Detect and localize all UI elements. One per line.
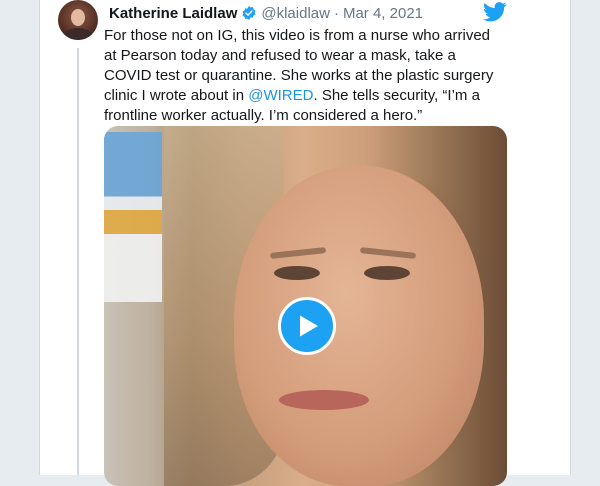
header-separator: ·	[333, 4, 339, 22]
thread-line	[77, 48, 79, 475]
right-eye	[364, 266, 410, 280]
twitter-bird-icon[interactable]	[483, 2, 507, 22]
author-handle[interactable]: @klaidlaw	[261, 5, 330, 22]
tweet-date[interactable]: Mar 4, 2021	[343, 5, 423, 22]
mouth	[279, 390, 369, 410]
play-icon	[300, 315, 318, 337]
left-eye	[274, 266, 320, 280]
avatar-face	[71, 9, 85, 26]
avatar-shoulders	[63, 28, 93, 40]
face-region	[234, 166, 484, 486]
tweet-text: For those not on IG, this video is from …	[104, 26, 504, 126]
tweet-header: Katherine Laidlaw @klaidlaw · Mar 4, 202…	[109, 3, 423, 23]
play-button[interactable]	[278, 297, 336, 355]
verified-badge-icon	[242, 6, 256, 20]
background-sign	[104, 132, 162, 302]
author-name[interactable]: Katherine Laidlaw	[109, 5, 237, 22]
video-thumbnail[interactable]	[104, 126, 507, 486]
wired-mention-link[interactable]: @WIRED	[248, 87, 313, 104]
author-avatar[interactable]	[58, 0, 98, 40]
